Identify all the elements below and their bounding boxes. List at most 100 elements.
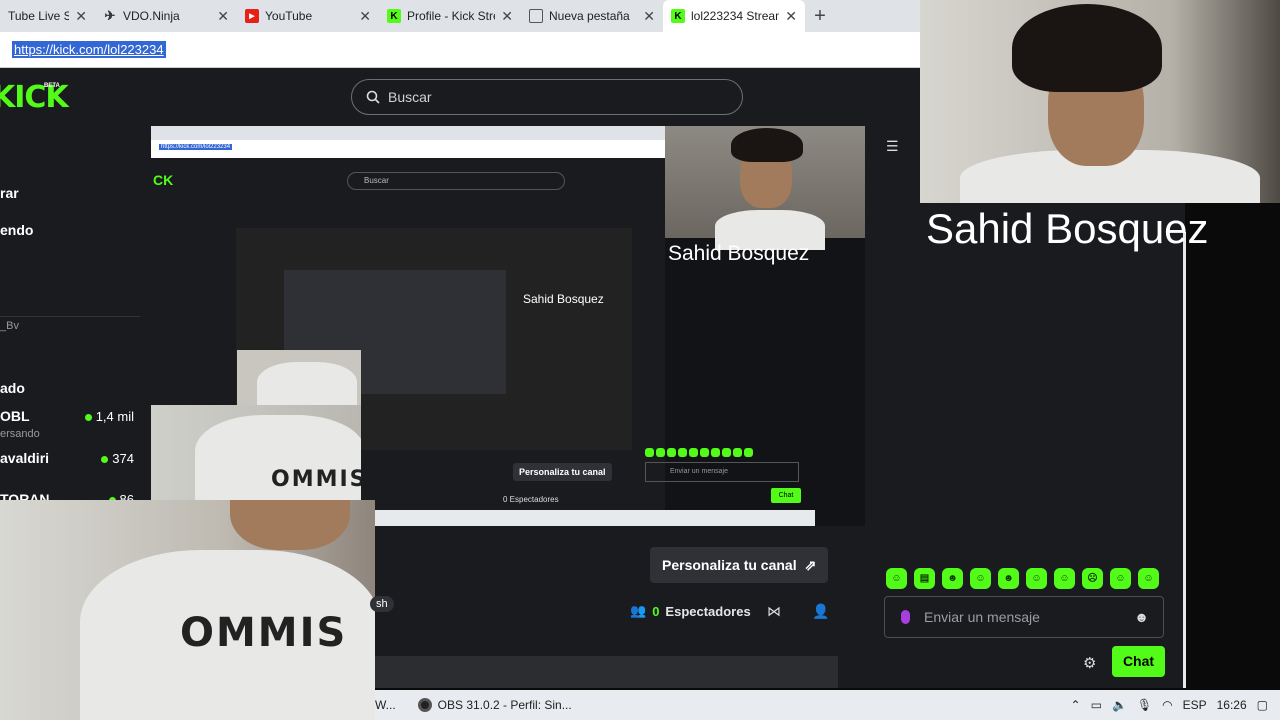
clock[interactable]: 16:26: [1217, 698, 1247, 712]
send-chat-button[interactable]: Chat: [1112, 646, 1165, 677]
tab-youtube[interactable]: ▶ YouTube ✕: [237, 0, 379, 32]
nested-personaliza: Personaliza tu canal: [513, 463, 612, 481]
tab-label: VDO.Ninja: [123, 9, 180, 23]
nested-url: https://kick.com/lol223234: [159, 144, 233, 150]
nested-address-bar: https://kick.com/lol223234: [151, 140, 665, 158]
system-tray: ⌃ ▭ 🔈 🎙 ◠ ESP 16:26 ▢: [1071, 690, 1280, 720]
tab-label: lol223234 Stream: [691, 9, 780, 23]
new-tab-button[interactable]: +: [805, 5, 835, 28]
microphone-icon[interactable]: [901, 610, 910, 624]
collapse-chat-icon[interactable]: ☰: [886, 138, 899, 155]
beta-label: BETA: [44, 83, 60, 89]
viewer-count: 1,4 mil: [84, 409, 134, 424]
wifi-icon[interactable]: ◠: [1162, 698, 1172, 712]
shirt-text: OMMIS: [271, 467, 361, 492]
right-divider: [1183, 232, 1186, 688]
close-icon[interactable]: ✕: [785, 8, 797, 25]
chat-message-input[interactable]: Enviar un mensaje ☻: [884, 596, 1164, 638]
live-dot: [101, 456, 109, 463]
tab-label: Profile - Kick Strea: [407, 9, 495, 23]
url-text[interactable]: https://kick.com/lol223234: [12, 41, 166, 58]
screen: Tube Live Strea ✕ ✈ VDO.Ninja ✕ ▶ YouTub…: [0, 0, 1280, 720]
chat-placeholder: Enviar un mensaje: [924, 609, 1040, 625]
channel-about-panel: [375, 656, 838, 688]
tab-label: YouTube: [265, 9, 313, 23]
sidebar-user[interactable]: _Bv: [0, 320, 19, 332]
close-icon[interactable]: ✕: [359, 8, 371, 25]
tab-kick-stream[interactable]: K lol223234 Stream ✕: [663, 0, 805, 32]
close-icon[interactable]: ✕: [217, 8, 229, 25]
count: 374: [112, 451, 134, 466]
hush-badge[interactable]: sh: [370, 596, 394, 612]
emote-icon[interactable]: ☺: [1110, 568, 1131, 589]
face: [230, 500, 350, 550]
close-icon[interactable]: ✕: [643, 8, 655, 25]
chat-settings-gear-icon[interactable]: ⚙: [1083, 654, 1096, 672]
taskbar-obs-label: OBS 31.0.2 - Perfil: Sin...: [437, 698, 572, 712]
emote-icon[interactable]: ☺: [970, 568, 991, 589]
kick-icon: K: [671, 9, 685, 23]
tab-youtube-live[interactable]: Tube Live Strea ✕: [0, 0, 95, 32]
tab-kick-profile[interactable]: K Profile - Kick Strea ✕: [379, 0, 521, 32]
emote-icon[interactable]: ▤: [914, 568, 935, 589]
sidebar-channel[interactable]: avaldiri: [0, 450, 49, 466]
nested-webcam-name: Sahid Bosquez: [523, 292, 604, 306]
viewers-label: Espectadores: [665, 603, 751, 619]
obs-icon: [417, 698, 432, 712]
youtube-icon: ▶: [245, 9, 259, 23]
follow-user-icon[interactable]: 👤: [812, 603, 829, 620]
emote-icon[interactable]: ☺: [1138, 568, 1159, 589]
viewer-count-row: 👥 0 Espectadores: [630, 603, 751, 619]
notifications-icon[interactable]: ▢: [1257, 698, 1268, 712]
nested-kick-logo: CK: [153, 172, 174, 188]
chevron-up-icon[interactable]: ⌃: [1071, 698, 1081, 712]
address-bar[interactable]: https://kick.com/lol223234: [0, 32, 920, 68]
tab-new-tab[interactable]: Nueva pestaña ✕: [521, 0, 663, 32]
language-indicator[interactable]: ESP: [1183, 698, 1207, 712]
hair: [1012, 4, 1162, 92]
right-dark-strip: [1185, 203, 1280, 720]
kick-icon: K: [387, 9, 401, 23]
emoji-picker-icon[interactable]: ☻: [1134, 609, 1163, 625]
browser-tab-bar: Tube Live Strea ✕ ✈ VDO.Ninja ✕ ▶ YouTub…: [0, 0, 920, 32]
viewer-number: 0: [652, 603, 660, 619]
tab-label: Tube Live Strea: [8, 9, 70, 23]
volume-icon[interactable]: 🔈: [1112, 698, 1127, 712]
webcam-overlay-mid: OMMIS: [151, 405, 361, 501]
sidebar-heading-recomendado: ado: [0, 380, 25, 396]
emote-icon[interactable]: ☻: [998, 568, 1019, 589]
close-icon[interactable]: ✕: [501, 8, 513, 25]
share-icon[interactable]: ⋈: [767, 603, 781, 620]
search-input[interactable]: Buscar: [351, 79, 743, 115]
emote-icon[interactable]: ☺: [886, 568, 907, 589]
taskbar-item-obs[interactable]: OBS 31.0.2 - Perfil: Sin...: [417, 698, 572, 712]
battery-icon[interactable]: ▭: [1091, 698, 1102, 712]
nested-webcam: [665, 126, 865, 250]
new-tab-page-icon: [529, 9, 543, 23]
customize-channel-button[interactable]: Personaliza tu canal ⇗: [650, 547, 829, 583]
viewers-icon: 👥: [630, 603, 647, 618]
emote-row: ☺ ▤ ☻ ☺ ☻ ☺ ☺ ☹ ☺ ☺: [886, 568, 1159, 589]
live-dot: [84, 414, 92, 421]
search-placeholder: Buscar: [388, 89, 432, 105]
emote-icon[interactable]: ☹: [1082, 568, 1103, 589]
emote-icon[interactable]: ☺: [1026, 568, 1047, 589]
sidebar-item-explorar[interactable]: rar: [0, 185, 19, 201]
emote-icon[interactable]: ☻: [942, 568, 963, 589]
tab-label: Nueva pestaña: [549, 9, 630, 23]
sidebar-channel-category: ersando: [0, 428, 40, 440]
nested-search: Buscar: [347, 172, 565, 190]
count: 1,4 mil: [95, 409, 134, 424]
hair: [731, 128, 803, 162]
nested-name-overlay: Sahid Bosquez: [668, 242, 810, 265]
taskbar-item[interactable]: W...: [375, 698, 396, 712]
microphone-tray-icon[interactable]: 🎙: [1137, 698, 1152, 712]
nested-espectadores: 0 Espectadores: [503, 495, 559, 504]
sidebar-item-siguiendo[interactable]: endo: [0, 222, 33, 238]
close-icon[interactable]: ✕: [75, 8, 87, 25]
emote-icon[interactable]: ☺: [1054, 568, 1075, 589]
viewer-count: 374: [101, 451, 134, 466]
nested-message-input: Enviar un mensaje: [645, 462, 799, 482]
sidebar-channel[interactable]: OBL: [0, 408, 30, 424]
tab-vdo-ninja[interactable]: ✈ VDO.Ninja ✕: [95, 0, 237, 32]
